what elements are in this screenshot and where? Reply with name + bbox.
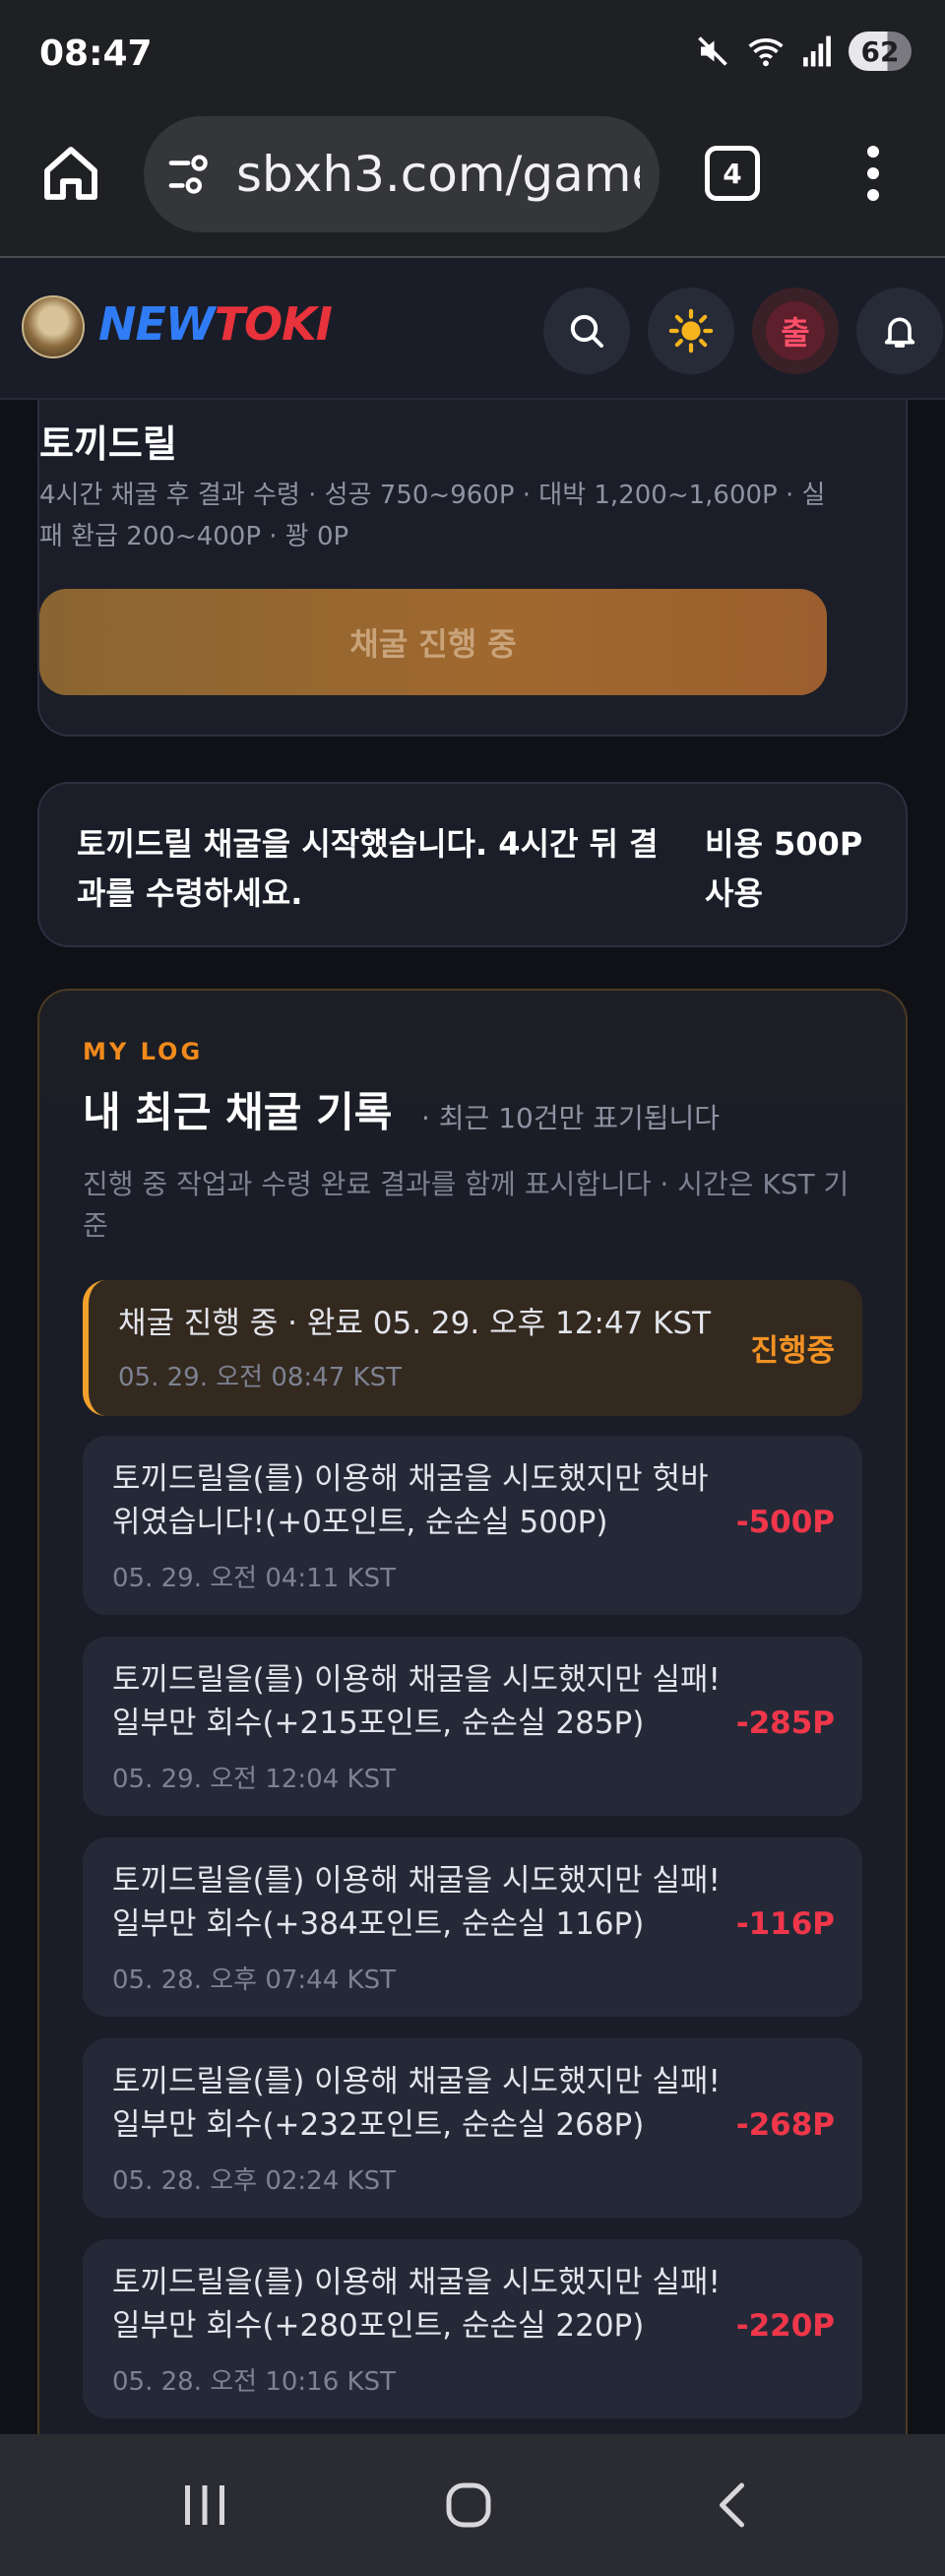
browser-chrome: 08:47 62 sbxh3.com/game 4 — [0, 0, 945, 258]
log-entry-time: 05. 28. 오후 07:44 KST — [112, 1965, 396, 1995]
attendance-button[interactable]: 출 — [752, 288, 839, 374]
notification-button[interactable] — [856, 288, 943, 374]
mute-icon — [698, 36, 727, 66]
log-title: 내 최근 채굴 기록 — [83, 1088, 393, 1136]
logo-toki: TOKI — [214, 297, 333, 351]
log-entry-status: 진행중 — [750, 1333, 835, 1369]
log-entry-time: 05. 29. 오전 08:47 KST — [118, 1363, 402, 1392]
site-settings-icon[interactable] — [167, 154, 213, 195]
log-entry-amount: -268P — [735, 2107, 835, 2143]
search-icon — [570, 314, 603, 348]
recent-apps-button[interactable] — [175, 2476, 234, 2535]
log-entry: 토끼드릴을(를) 이용해 채굴을 시도했지만 실패! 일부만 회수(+384포인… — [83, 1837, 862, 2017]
log-entry-active: 채굴 진행 중 · 완료 05. 29. 오후 12:47 KST 05. 29… — [83, 1280, 862, 1416]
theme-toggle-button[interactable] — [648, 288, 734, 374]
more-menu-icon[interactable] — [858, 146, 888, 205]
log-entry-text: 토끼드릴을(를) 이용해 채굴을 시도했지만 실패! 일부만 회수(+384포인… — [112, 1863, 721, 1942]
log-description: 진행 중 작업과 수령 완료 결과를 함께 표시합니다 · 시간은 KST 기준 — [83, 1168, 850, 1242]
status-time: 08:47 — [39, 33, 153, 74]
logo-new: NEW — [98, 297, 216, 351]
log-entry: 토끼드릴을(를) 이용해 채굴을 시도했지만 실패! 일부만 회수(+232포인… — [83, 2038, 862, 2218]
log-entry-amount: -116P — [735, 1906, 835, 1942]
log-eyebrow: MY LOG — [83, 1038, 204, 1065]
notice-cost: 비용 500P 사용 — [705, 825, 863, 912]
bell-icon — [884, 317, 915, 348]
log-entry-amount: -220P — [735, 2308, 835, 2344]
log-entry-time: 05. 28. 오전 10:16 KST — [112, 2367, 396, 2397]
logo-avatar[interactable] — [22, 295, 85, 358]
system-nav-bar — [0, 2434, 945, 2576]
log-entry-amount: -285P — [735, 1706, 835, 1741]
log-entry-time: 05. 28. 오후 02:24 KST — [112, 2166, 396, 2196]
sun-icon — [668, 308, 714, 354]
page-content: 토끼드릴 4시간 채굴 후 결과 수령 · 성공 750~960P · 대박 1… — [0, 258, 945, 2434]
address-bar[interactable]: sbxh3.com/game — [144, 116, 660, 232]
signal-icon — [803, 35, 831, 67]
back-chevron-icon — [720, 2482, 744, 2528]
wifi-icon — [748, 38, 784, 67]
drill-title: 토끼드릴 — [39, 422, 177, 466]
log-entry: 토끼드릴을(를) 이용해 채굴을 시도했지만 실패! 일부만 회수(+280포인… — [83, 2239, 862, 2418]
log-entry-amount: -500P — [735, 1505, 835, 1540]
attendance-label: 출 — [766, 301, 825, 360]
log-entry-text: 토끼드릴을(를) 이용해 채굴을 시도했지만 헛바위였습니다!(+0포인트, 순… — [112, 1461, 709, 1540]
mining-progress-button[interactable]: 채굴 진행 중 — [39, 589, 827, 695]
search-button[interactable] — [543, 288, 630, 374]
site-header: NEWTOKI 출 — [0, 258, 945, 400]
log-entry-text: 토끼드릴을(를) 이용해 채굴을 시도했지만 실패! 일부만 회수(+232포인… — [112, 2064, 721, 2143]
log-entry-text: 토끼드릴을(를) 이용해 채굴을 시도했지만 실패! 일부만 회수(+215포인… — [112, 1662, 721, 1741]
log-entry-text: 채굴 진행 중 · 완료 05. 29. 오후 12:47 KST — [118, 1306, 712, 1341]
log-entry: 토끼드릴을(를) 이용해 채굴을 시도했지만 헛바위였습니다!(+0포인트, 순… — [83, 1436, 862, 1615]
home-icon — [44, 147, 97, 200]
url-text[interactable]: sbxh3.com/game — [236, 146, 640, 203]
tabs-button[interactable]: 4 — [705, 146, 760, 201]
home-button[interactable] — [39, 142, 102, 205]
log-entry-time: 05. 29. 오전 12:04 KST — [112, 1765, 396, 1794]
home-nav-button[interactable] — [439, 2476, 498, 2535]
status-bar: 08:47 62 — [0, 0, 945, 110]
site-logo[interactable]: NEWTOKI — [98, 297, 333, 351]
drill-description: 4시간 채굴 후 결과 수령 · 성공 750~960P · 대박 1,200~… — [39, 481, 826, 551]
status-icons: 62 — [695, 32, 912, 71]
recent-apps-icon — [185, 2485, 224, 2525]
log-subtitle: · 최근 10건만 표기됩니다 — [421, 1102, 721, 1134]
back-button[interactable] — [705, 2476, 764, 2535]
battery-icon: 62 — [849, 32, 912, 71]
notice-message: 토끼드릴 채굴을 시작했습니다. 4시간 뒤 결과를 수령하세요. — [77, 825, 659, 912]
log-entry: 토끼드릴을(를) 이용해 채굴을 시도했지만 실패! 일부만 회수(+215포인… — [83, 1637, 862, 1816]
home-circle-icon — [446, 2482, 491, 2528]
log-card: MY LOG 내 최근 채굴 기록 · 최근 10건만 표기됩니다 진행 중 작… — [37, 989, 908, 2434]
log-entry-time: 05. 29. 오전 04:11 KST — [112, 1564, 396, 1593]
log-entry-text: 토끼드릴을(를) 이용해 채굴을 시도했지만 실패! 일부만 회수(+280포인… — [112, 2265, 721, 2344]
notice-card: 토끼드릴 채굴을 시작했습니다. 4시간 뒤 결과를 수령하세요. 비용 500… — [37, 782, 908, 947]
